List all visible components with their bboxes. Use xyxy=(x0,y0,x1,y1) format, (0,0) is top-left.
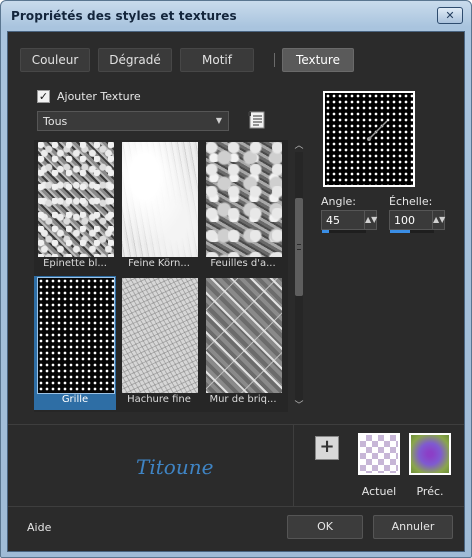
tab-gradient[interactable]: Dégradé xyxy=(98,48,172,72)
chevron-down-icon: ▼ xyxy=(215,116,222,125)
angle-label: Angle: xyxy=(321,195,357,208)
help-button[interactable]: Aide xyxy=(27,521,51,534)
logo: Titoune xyxy=(136,455,214,479)
texture-label: Grille xyxy=(61,394,89,405)
ok-button[interactable]: OK xyxy=(287,515,363,539)
document-list-icon[interactable] xyxy=(247,111,267,129)
scale-label: Échelle: xyxy=(389,195,433,208)
texture-thumb-brick[interactable]: Mur de briq... xyxy=(202,276,284,410)
tab-color[interactable]: Couleur xyxy=(20,48,90,72)
gallery-scrollbar[interactable]: ︿ ﹀ xyxy=(292,140,306,412)
footer-divider xyxy=(8,506,464,507)
texture-thumb-spruce[interactable]: Épinette bl... xyxy=(34,140,116,274)
window-title: Propriétés des styles et textures xyxy=(11,9,237,23)
dialog-client: Couleur Dégradé Motif Texture ✓ Ajouter … xyxy=(7,31,465,552)
texture-thumb-grid[interactable]: Grille xyxy=(34,276,116,410)
texture-image-fine-grain xyxy=(122,142,198,257)
dropdown-value: Tous xyxy=(43,115,68,128)
previous-swatch-label: Préc. xyxy=(416,485,444,498)
texture-preview[interactable] xyxy=(323,91,415,187)
texture-panel: ✓ Ajouter Texture Tous ▼ Épinette bl... … xyxy=(20,84,306,414)
add-texture-label: Ajouter Texture xyxy=(57,90,141,103)
texture-image-hatch xyxy=(122,278,198,393)
close-button[interactable]: ✕ xyxy=(437,7,463,24)
texture-thumb-leaves[interactable]: Feuilles d'a... xyxy=(202,140,284,274)
title-bar[interactable]: Propriétés des styles et textures ✕ xyxy=(1,1,471,31)
section-divider-vertical xyxy=(293,424,294,506)
angle-value[interactable]: 45 xyxy=(326,214,340,227)
scale-level-track xyxy=(390,230,434,233)
add-texture-checkbox[interactable]: ✓ xyxy=(37,90,50,103)
dialog-window: Propriétés des styles et textures ✕ Coul… xyxy=(0,0,472,558)
texture-label: Mur de briq... xyxy=(209,394,277,405)
texture-image-grid xyxy=(37,277,115,394)
plus-icon: + xyxy=(319,436,335,457)
add-swatch-button[interactable]: + xyxy=(315,436,339,460)
texture-label: Feine Körn... xyxy=(128,258,190,269)
current-swatch[interactable] xyxy=(358,433,400,475)
texture-thumb-fine-grain[interactable]: Feine Körn... xyxy=(118,140,200,274)
checkmark-icon: ✓ xyxy=(38,90,49,103)
texture-image-leaves xyxy=(206,142,282,257)
scale-spinbox[interactable]: 100 ▲▼ xyxy=(389,210,445,230)
texture-image-brick xyxy=(206,278,282,393)
cancel-button[interactable]: Annuler xyxy=(373,515,453,539)
angle-indicator-icon xyxy=(367,120,388,141)
spin-arrows-icon[interactable]: ▲▼ xyxy=(364,211,377,229)
tab-separator xyxy=(274,53,275,67)
texture-label: Hachure fine xyxy=(127,394,191,405)
angle-level-fill xyxy=(322,230,329,233)
scale-level-fill xyxy=(390,230,410,233)
texture-category-dropdown[interactable]: Tous ▼ xyxy=(37,111,229,131)
close-icon: ✕ xyxy=(445,9,455,22)
texture-label: Feuilles d'a... xyxy=(210,258,276,269)
previous-swatch[interactable] xyxy=(409,433,451,475)
tab-pattern[interactable]: Motif xyxy=(180,48,254,72)
texture-label: Épinette bl... xyxy=(43,258,107,269)
section-divider xyxy=(8,424,464,425)
current-swatch-label: Actuel xyxy=(361,485,397,498)
texture-thumb-hatch[interactable]: Hachure fine xyxy=(118,276,200,410)
scroll-down-icon[interactable]: ﹀ xyxy=(292,400,306,412)
angle-spinbox[interactable]: 45 ▲▼ xyxy=(321,210,377,230)
texture-gallery: Épinette bl... Feine Körn... Feuilles d'… xyxy=(34,140,288,412)
spin-arrows-icon[interactable]: ▲▼ xyxy=(432,211,445,229)
angle-level-track xyxy=(322,230,366,233)
scroll-grip xyxy=(297,244,301,250)
texture-image-spruce xyxy=(38,142,114,257)
tab-texture[interactable]: Texture xyxy=(282,48,354,72)
scale-value[interactable]: 100 xyxy=(394,214,415,227)
scroll-up-icon[interactable]: ︿ xyxy=(292,140,306,152)
